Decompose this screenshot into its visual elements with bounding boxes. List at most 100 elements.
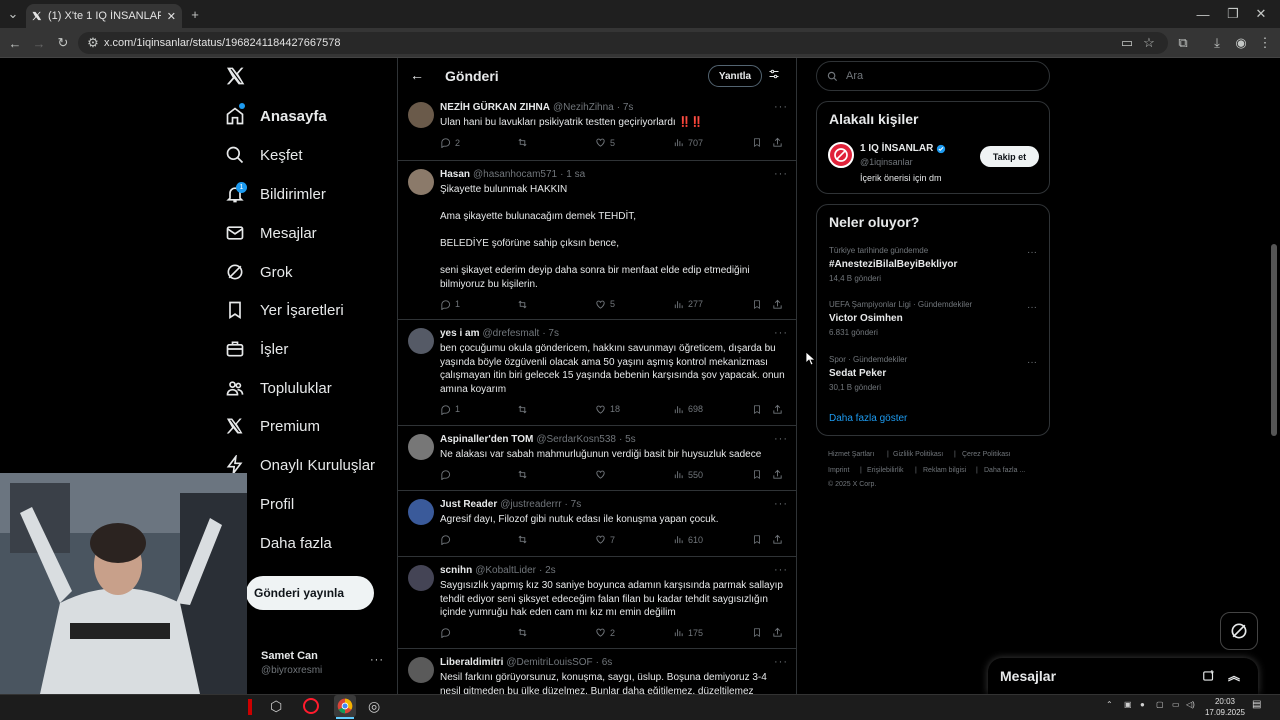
author-handle[interactable]: @justreaderrr [500, 499, 561, 510]
tweet-time[interactable]: · 7s [617, 102, 634, 113]
nav-grok[interactable]: Grok [224, 254, 293, 290]
reply-action[interactable] [440, 626, 455, 640]
retweet-action[interactable] [517, 533, 532, 547]
avatar[interactable] [408, 499, 434, 525]
tweet[interactable]: Just Reader @justreaderrr · 7s ··· Agres… [398, 491, 796, 557]
tweet[interactable]: Liberaldimitri @DemitriLouisSOF · 6s ···… [398, 649, 796, 694]
author-handle[interactable]: @drefesmalt [482, 328, 539, 339]
avatar[interactable] [408, 565, 434, 591]
x-logo-icon[interactable] [226, 66, 246, 86]
follow-button[interactable]: Takip et [980, 146, 1039, 167]
close-tab-icon[interactable]: ✕ [167, 10, 176, 23]
settings-sliders-icon[interactable] [768, 68, 780, 80]
expand-chevron-icon[interactable]: ︽ [1228, 667, 1240, 684]
address-bar[interactable]: x.com/1iqinsanlar/status/196824118442766… [78, 32, 1168, 54]
bookmark-action[interactable] [752, 297, 762, 311]
browser-tab[interactable]: (1) X'te 1 IQ İNSANLAR: "Dayı b ✕ [26, 4, 182, 28]
author-name[interactable]: Just Reader [440, 499, 497, 510]
nav-explore[interactable]: Keşfet [224, 137, 303, 173]
views-action[interactable]: 277 [673, 297, 703, 311]
retweet-action[interactable] [517, 297, 532, 311]
share-action[interactable] [772, 468, 783, 482]
show-more-link[interactable]: Daha fazla göster [829, 413, 907, 424]
trend-more-icon[interactable]: ··· [1027, 357, 1037, 368]
tray-chevron-icon[interactable]: ⌃ [1106, 700, 1113, 709]
bookmark-action[interactable] [752, 626, 762, 640]
nav-messages[interactable]: Mesajlar [224, 215, 317, 251]
download-icon[interactable]: ⤓ [1208, 34, 1226, 52]
star-icon[interactable]: ☆ [1140, 34, 1158, 52]
chrome-icon[interactable] [334, 695, 356, 717]
tweet-time[interactable]: · 6s [596, 657, 613, 668]
views-action[interactable]: 610 [673, 533, 703, 547]
tweet[interactable]: NEZİH GÜRKAN ZIHNA @NezihZihna · 7s ··· … [398, 94, 796, 161]
trend-more-icon[interactable]: ··· [1027, 302, 1037, 313]
footer-link[interactable]: Reklam bilgisi [923, 467, 966, 474]
tweet-more-icon[interactable]: ··· [774, 498, 788, 510]
tray-icon[interactable]: ▣ [1124, 700, 1132, 709]
tweet[interactable]: Hasan @hasanhocam571 · 1 sa ··· Şikayett… [398, 161, 796, 320]
tweet-time[interactable]: · 7s [565, 499, 582, 510]
account-more-icon[interactable]: ··· [370, 654, 384, 666]
nav-bookmarks[interactable]: Yer İşaretleri [224, 292, 344, 328]
tweet[interactable]: Aspinaller'den TOM @SerdarKosn538 · 5s ·… [398, 426, 796, 491]
reload-icon[interactable]: ↻ [54, 34, 72, 52]
back-icon[interactable]: ← [6, 34, 24, 52]
network-icon[interactable]: ▭ [1172, 700, 1180, 709]
taskbar-app-icon[interactable]: ◎ [368, 698, 380, 715]
author-handle[interactable]: @KobaltLider [475, 565, 536, 576]
reply-action[interactable] [440, 468, 455, 482]
nav-jobs[interactable]: İşler [224, 331, 288, 367]
views-action[interactable]: 698 [673, 402, 703, 416]
like-action[interactable]: 18 [595, 402, 620, 416]
tweet-time[interactable]: · 5s [619, 434, 636, 445]
opera-icon[interactable] [303, 698, 319, 714]
tweet-more-icon[interactable]: ··· [774, 656, 788, 668]
notifications-center-icon[interactable]: ▤ [1252, 699, 1261, 710]
views-action[interactable]: 550 [673, 468, 703, 482]
author-handle[interactable]: @SerdarKosn538 [536, 434, 616, 445]
tweet-time[interactable]: · 7s [542, 328, 559, 339]
trend-name[interactable]: #AnesteziBilalBeyiBekliyor [829, 259, 957, 270]
tweet[interactable]: scnihn @KobaltLider · 2s ··· Saygısızlık… [398, 557, 796, 649]
avatar[interactable] [408, 169, 434, 195]
related-avatar[interactable] [828, 142, 854, 168]
footer-link[interactable]: Çerez Politikası [962, 451, 1011, 458]
restore-icon[interactable]: ❐ [1224, 5, 1242, 23]
reply-action[interactable]: 2 [440, 136, 460, 150]
share-action[interactable] [772, 136, 783, 150]
avatar[interactable] [408, 328, 434, 354]
nav-communities[interactable]: Topluluklar [224, 370, 332, 406]
close-window-icon[interactable]: ✕ [1252, 5, 1270, 23]
avatar[interactable] [408, 657, 434, 683]
trend-name[interactable]: Sedat Peker [829, 368, 886, 379]
retweet-action[interactable] [517, 468, 532, 482]
views-action[interactable]: 175 [673, 626, 703, 640]
reply-action[interactable]: 1 [440, 402, 460, 416]
like-action[interactable]: 5 [595, 136, 615, 150]
forward-icon[interactable]: → [30, 34, 48, 52]
nav-premium[interactable]: Premium [224, 408, 320, 444]
trend-name[interactable]: Victor Osimhen [829, 313, 903, 324]
author-name[interactable]: NEZİH GÜRKAN ZIHNA [440, 102, 550, 113]
author-name[interactable]: Hasan [440, 169, 470, 180]
tweet-more-icon[interactable]: ··· [774, 327, 788, 339]
tab-search-icon[interactable]: ⌄ [4, 5, 22, 23]
author-name[interactable]: scnihn [440, 565, 472, 576]
grok-float-button[interactable] [1220, 612, 1258, 650]
retweet-action[interactable] [517, 402, 532, 416]
clock[interactable]: 20:03 17.09.2025 [1204, 696, 1246, 718]
author-name[interactable]: yes i am [440, 328, 479, 339]
share-action[interactable] [772, 297, 783, 311]
footer-link[interactable]: Hizmet Şartları [828, 451, 874, 458]
page-scrollbar[interactable] [1271, 244, 1277, 436]
author-handle[interactable]: @NezihZihna [553, 102, 614, 113]
tweet-more-icon[interactable]: ··· [774, 433, 788, 445]
post-button[interactable]: Gönderi yayınla [246, 576, 374, 610]
tweet-time[interactable]: · 1 sa [560, 169, 585, 180]
cast-icon[interactable]: ▭ [1118, 34, 1136, 52]
tweet-more-icon[interactable]: ··· [774, 564, 788, 576]
tweet-time[interactable]: · 2s [539, 565, 556, 576]
related-user-name[interactable]: 1 IQ İNSANLAR [860, 143, 946, 154]
tweet-more-icon[interactable]: ··· [774, 101, 788, 113]
